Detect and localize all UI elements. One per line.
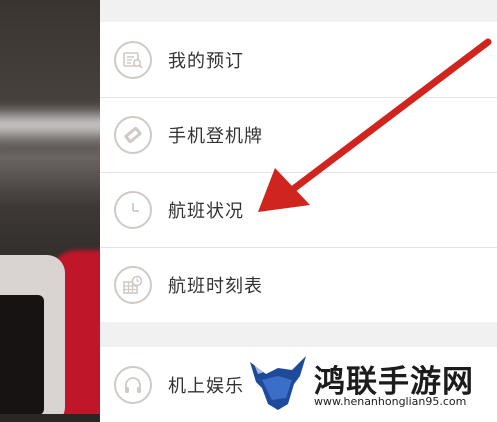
watermark-url: www.henanhonglian95.com: [314, 395, 467, 408]
booking-icon: [114, 40, 152, 79]
background-light-strip: [0, 105, 100, 145]
watermark: 鸿联手游网 www.henanhonglian95.com: [248, 352, 497, 414]
menu-item-label: 手机登机牌: [168, 125, 263, 147]
boarding-pass-icon: [114, 115, 152, 154]
headphones-icon: [114, 365, 152, 404]
menu-item-label: 我的预订: [168, 50, 244, 72]
menu-item-flight-schedule[interactable]: 航班时刻表: [100, 247, 497, 322]
menu-group-main: 我的预订 手机登机牌 航班状况 航班时刻表: [100, 22, 497, 322]
clock-icon: [114, 190, 152, 229]
schedule-icon: [114, 265, 152, 304]
menu-item-my-bookings[interactable]: 我的预订: [100, 22, 497, 97]
menu-item-flight-status[interactable]: 航班状况: [100, 172, 497, 247]
menu-item-label: 航班状况: [168, 200, 244, 222]
menu-item-mobile-boarding-pass[interactable]: 手机登机牌: [100, 97, 497, 172]
menu-item-label: 航班时刻表: [168, 275, 263, 297]
background-phone: [0, 255, 65, 414]
bull-logo-icon: [250, 356, 306, 410]
blurred-background: [0, 0, 100, 414]
menu-item-label: 机上娱乐: [168, 375, 244, 397]
